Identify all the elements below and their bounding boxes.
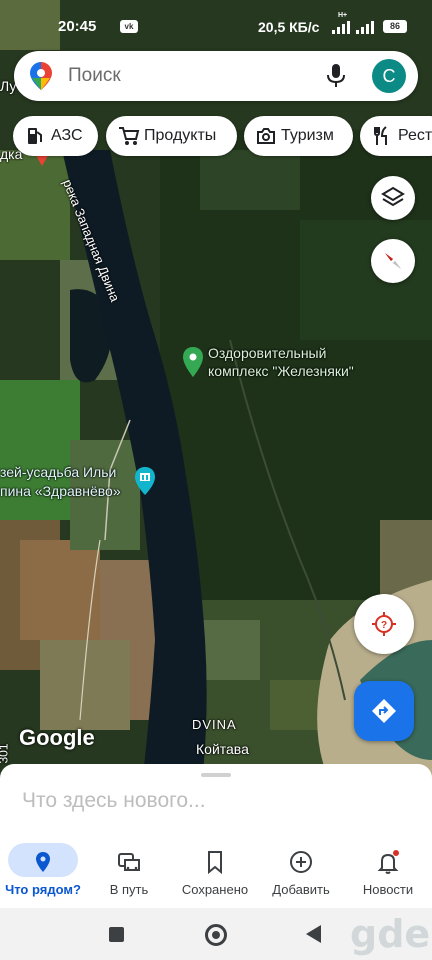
google-maps-pin-icon xyxy=(30,62,52,90)
chip-label: Рест xyxy=(398,127,432,144)
camera-icon xyxy=(257,128,275,144)
nav-commute[interactable]: В путь xyxy=(86,838,172,908)
explore-sheet[interactable]: Что здесь нового... xyxy=(0,764,432,838)
directions-button[interactable] xyxy=(354,681,414,741)
shopping-cart-icon xyxy=(119,127,140,145)
nav-contribute[interactable]: Добавить xyxy=(258,838,344,908)
add-circle-icon xyxy=(290,851,312,873)
signal-icon-2 xyxy=(356,21,374,34)
location-pin-icon xyxy=(36,852,50,872)
signal-icon xyxy=(332,21,350,34)
poi-museum-label-2: пина «Здравнёво» xyxy=(0,483,121,499)
home-button[interactable] xyxy=(205,924,227,946)
back-icon[interactable] xyxy=(306,925,322,943)
museum-pin-icon xyxy=(135,467,155,495)
status-time: 20:45 xyxy=(58,18,97,35)
bottom-navigation: Что рядом? В путь Сохранено Добавить Нов… xyxy=(0,838,432,908)
chip-groceries[interactable]: Продукты xyxy=(106,116,237,156)
chip-gas-station[interactable]: АЗС xyxy=(13,116,98,156)
battery-indicator: 86 xyxy=(383,20,407,33)
poi-museum-label-1: зей-усадьба Ильи xyxy=(0,464,117,480)
nav-label: Сохранено xyxy=(181,882,249,897)
my-location-button[interactable]: ? xyxy=(354,594,414,654)
nav-label: В путь xyxy=(109,882,149,897)
bookmark-icon xyxy=(208,851,222,875)
google-logo: Google xyxy=(19,725,95,750)
signal-type: H+ xyxy=(338,12,348,19)
poi-health-complex[interactable]: Оздоровительный комплекс "Железняки" xyxy=(182,345,382,385)
layers-icon xyxy=(381,186,405,207)
home-dot xyxy=(212,931,220,939)
chip-label: Продукты xyxy=(144,127,217,144)
microphone-icon[interactable] xyxy=(326,64,346,88)
poi-museum[interactable]: зей-усадьба Ильи пина «Здравнёво» xyxy=(0,464,160,504)
layers-button[interactable] xyxy=(371,176,415,220)
nav-label: Новости xyxy=(362,882,414,897)
green-pin-icon xyxy=(183,347,203,377)
network-speed: 20,5 КБ/с xyxy=(258,19,320,35)
nav-label: Добавить xyxy=(272,882,330,897)
search-bar[interactable]: Поиск C xyxy=(14,51,418,101)
chip-tourism[interactable]: Туризм xyxy=(244,116,353,156)
search-input[interactable]: Поиск xyxy=(68,65,121,87)
watermark-logo: gde xyxy=(350,912,431,956)
poi-health-label-1: Оздоровительный xyxy=(208,345,327,361)
bell-icon xyxy=(377,850,399,874)
poi-health-label-2: комплекс "Железняки" xyxy=(208,363,354,379)
gas-station-icon xyxy=(28,128,42,144)
nav-label: Что рядом? xyxy=(5,882,81,897)
dvina-label: DVINA xyxy=(192,717,237,732)
restaurant-icon xyxy=(374,126,387,145)
directions-icon xyxy=(372,699,396,723)
nav-updates[interactable]: Новости xyxy=(345,838,431,908)
chip-label: АЗС xyxy=(51,127,83,144)
koitava-label: Койтава xyxy=(196,741,249,757)
compass-button[interactable] xyxy=(371,239,415,283)
nav-explore[interactable]: Что рядом? xyxy=(0,838,86,908)
recent-apps-button[interactable] xyxy=(109,927,124,942)
location-target-icon: ? xyxy=(372,612,396,636)
chip-restaurants[interactable]: Рест xyxy=(360,116,432,156)
svg-text:?: ? xyxy=(381,620,387,631)
nav-saved[interactable]: Сохранено xyxy=(172,838,258,908)
chip-label: Туризм xyxy=(281,127,334,144)
map-label-vertical: 301 xyxy=(0,743,11,764)
status-bar: 20:45 vk 20,5 КБ/с H+ 86 xyxy=(0,0,432,52)
commute-icon xyxy=(118,853,140,871)
vk-notification-icon: vk xyxy=(120,20,138,33)
compass-icon xyxy=(385,253,401,269)
sheet-title: Что здесь нового... xyxy=(22,789,206,812)
sheet-drag-handle[interactable] xyxy=(201,773,231,777)
account-avatar[interactable]: C xyxy=(372,59,406,93)
